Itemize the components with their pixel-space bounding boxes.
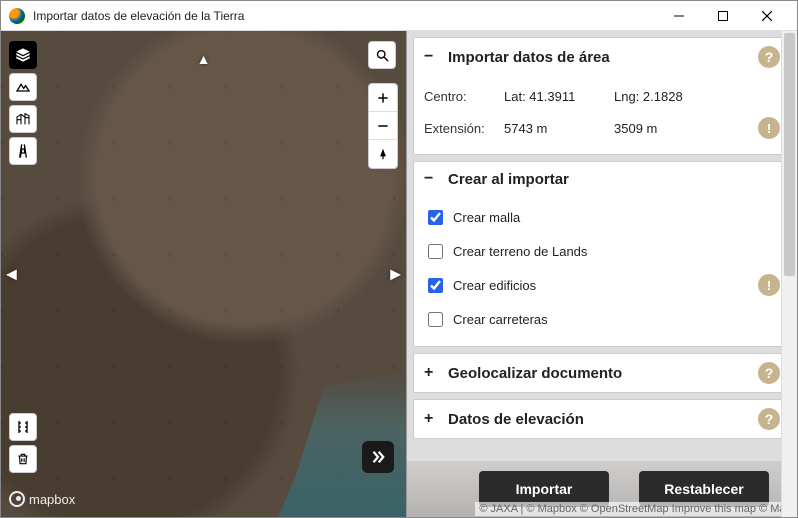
- terrain-button[interactable]: [9, 73, 37, 101]
- section-geolocate-head[interactable]: + Geolocalizar documento ?: [414, 354, 790, 392]
- help-icon[interactable]: ?: [758, 408, 780, 430]
- left-toolbar: [9, 41, 37, 165]
- app-body: ▲ ◀ ▶ mapbox − Importar datos de área ?: [1, 31, 797, 517]
- section-geolocate: + Geolocalizar documento ?: [413, 353, 791, 393]
- extent-height: 3509 m: [614, 121, 714, 136]
- panel-footer: Importar Restablecer © JAXA | © Mapbox ©…: [407, 461, 797, 517]
- collapse-icon: −: [424, 170, 440, 188]
- extent-label: Extensión:: [424, 121, 504, 136]
- section-create-head[interactable]: − Crear al importar: [414, 162, 790, 196]
- section-create: − Crear al importar Crear malla Crear te…: [413, 161, 791, 347]
- warning-icon[interactable]: !: [758, 117, 780, 139]
- section-elevation-head[interactable]: + Datos de elevación ?: [414, 400, 790, 438]
- section-area-title: Importar datos de área: [448, 49, 610, 66]
- extent-row: Extensión: 5743 m 3509 m !: [424, 112, 780, 144]
- option-buildings[interactable]: Crear edificios !: [424, 268, 780, 302]
- section-geolocate-title: Geolocalizar documento: [448, 365, 622, 382]
- center-row: Centro: Lat: 41.3911 Lng: 2.1828: [424, 80, 780, 112]
- center-label: Centro:: [424, 89, 504, 104]
- mapbox-icon: [9, 491, 25, 507]
- mapbox-text: mapbox: [29, 492, 75, 507]
- delete-button[interactable]: [9, 445, 37, 473]
- search-button[interactable]: [368, 41, 396, 69]
- warning-icon[interactable]: !: [758, 274, 780, 296]
- app-icon: [9, 8, 25, 24]
- section-create-body: Crear malla Crear terreno de Lands Crear…: [414, 196, 790, 346]
- section-area-body: Centro: Lat: 41.3911 Lng: 2.1828 Extensi…: [414, 76, 790, 154]
- section-area-head[interactable]: − Importar datos de área ?: [414, 38, 790, 76]
- pan-right-button[interactable]: ▶: [390, 266, 401, 283]
- scrollbar-thumb[interactable]: [784, 33, 795, 276]
- close-button[interactable]: [745, 1, 789, 31]
- option-terrain-label: Crear terreno de Lands: [453, 244, 587, 259]
- center-lat: Lat: 41.3911: [504, 89, 614, 104]
- extent-width: 5743 m: [504, 121, 614, 136]
- checkbox-buildings[interactable]: [428, 278, 443, 293]
- option-mesh-label: Crear malla: [453, 210, 520, 225]
- panel-body: − Importar datos de área ? Centro: Lat: …: [407, 31, 797, 517]
- section-area: − Importar datos de área ? Centro: Lat: …: [413, 37, 791, 155]
- measure-button[interactable]: [9, 413, 37, 441]
- roads-button[interactable]: [9, 137, 37, 165]
- center-lng: Lng: 2.1828: [614, 89, 714, 104]
- option-buildings-label: Crear edificios: [453, 278, 536, 293]
- option-mesh[interactable]: Crear malla: [424, 200, 780, 234]
- help-icon[interactable]: ?: [758, 362, 780, 384]
- checkbox-terrain[interactable]: [428, 244, 443, 259]
- pan-left-button[interactable]: ◀: [6, 266, 17, 283]
- expand-panel-button[interactable]: [362, 441, 394, 473]
- zoom-out-button[interactable]: [369, 112, 397, 140]
- side-panel: − Importar datos de área ? Centro: Lat: …: [406, 31, 797, 517]
- maximize-button[interactable]: [701, 1, 745, 31]
- option-roads[interactable]: Crear carreteras: [424, 302, 780, 336]
- section-create-title: Crear al importar: [448, 171, 569, 188]
- option-terrain[interactable]: Crear terreno de Lands: [424, 234, 780, 268]
- buildings-button[interactable]: [9, 105, 37, 133]
- compass-button[interactable]: [369, 140, 397, 168]
- mapbox-logo: mapbox: [9, 491, 75, 507]
- app-window: Importar datos de elevación de la Tierra: [0, 0, 798, 518]
- expand-icon: +: [424, 364, 440, 382]
- pan-up-button[interactable]: ▲: [197, 51, 211, 67]
- right-toolbar: [368, 41, 398, 169]
- map-attribution: © JAXA | © Mapbox © OpenStreetMap Improv…: [475, 502, 795, 516]
- option-roads-label: Crear carreteras: [453, 312, 548, 327]
- checkbox-roads[interactable]: [428, 312, 443, 327]
- expand-icon: +: [424, 410, 440, 428]
- help-icon[interactable]: ?: [758, 46, 780, 68]
- window-title: Importar datos de elevación de la Tierra: [33, 9, 657, 23]
- checkbox-mesh[interactable]: [428, 210, 443, 225]
- section-elevation: + Datos de elevación ?: [413, 399, 791, 439]
- layers-button[interactable]: [9, 41, 37, 69]
- titlebar: Importar datos de elevación de la Tierra: [1, 1, 797, 31]
- zoom-in-button[interactable]: [369, 84, 397, 112]
- panel-scrollbar[interactable]: [781, 31, 797, 517]
- collapse-icon: −: [424, 48, 440, 66]
- bottom-left-toolbar: [9, 413, 37, 473]
- map-view[interactable]: ▲ ◀ ▶ mapbox: [1, 31, 406, 517]
- minimize-button[interactable]: [657, 1, 701, 31]
- zoom-group: [368, 83, 398, 169]
- section-elevation-title: Datos de elevación: [448, 411, 584, 428]
